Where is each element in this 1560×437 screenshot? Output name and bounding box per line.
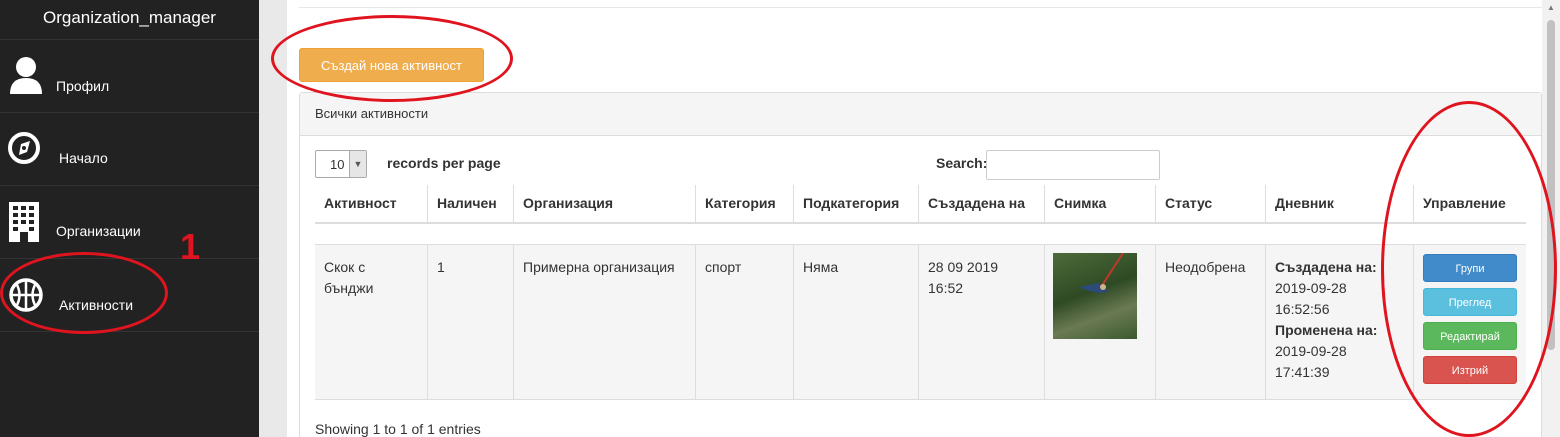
view-button[interactable]: Преглед — [1423, 288, 1517, 316]
compass-icon — [8, 132, 40, 167]
panel-title: Всички активности — [300, 93, 1541, 136]
scroll-up-icon[interactable]: ▲ — [1547, 3, 1555, 12]
column-header-image[interactable]: Снимка — [1044, 185, 1155, 222]
page-length-select[interactable]: 10 ▼ — [315, 150, 367, 178]
vertical-scrollbar[interactable]: ▲ — [1542, 0, 1560, 437]
cell-subcategory: Няма — [793, 245, 918, 399]
chevron-down-icon: ▼ — [349, 151, 366, 177]
table-info: Showing 1 to 1 of 1 entries — [315, 421, 481, 437]
sidebar-item-label: Активности — [59, 297, 134, 313]
sidebar-item-activities[interactable]: Активности — [0, 259, 259, 332]
sidebar-item-label: Организации — [56, 223, 141, 239]
scrollbar-thumb[interactable] — [1547, 20, 1555, 350]
column-header-available[interactable]: Наличен — [427, 185, 513, 222]
cell-created: 28 09 2019 16:52 — [918, 245, 1044, 399]
main-content: Създай нова активност Всички активности … — [287, 0, 1542, 437]
sidebar-item-label: Начало — [59, 150, 108, 166]
user-icon — [8, 56, 44, 99]
sidebar: Organization_manager Профил Начало Орган… — [0, 0, 259, 437]
cell-category: спорт — [695, 245, 793, 399]
activity-photo — [1053, 252, 1137, 339]
edit-button[interactable]: Редактирай — [1423, 322, 1517, 350]
create-activity-button[interactable]: Създай нова активност — [299, 48, 484, 82]
sidebar-item-organizations[interactable]: Организации — [0, 186, 259, 259]
cell-actions: Групи Преглед Редактирай Изтрий — [1413, 245, 1526, 399]
log-created-value: 2019-09-28 16:52:56 — [1275, 280, 1347, 317]
annotation-marker: 1 — [180, 226, 201, 267]
column-header-status[interactable]: Статус — [1155, 185, 1265, 222]
column-header-organization[interactable]: Организация — [513, 185, 695, 222]
log-modified-value: 2019-09-28 17:41:39 — [1275, 343, 1347, 380]
table-row: Скок с бънджи 1 Примерна организация спо… — [315, 244, 1526, 400]
log-modified-label: Променена на: — [1275, 322, 1378, 338]
cell-activity: Скок с бънджи — [324, 259, 374, 296]
divider — [299, 7, 1542, 8]
sidebar-item-profile[interactable]: Профил — [0, 40, 259, 113]
content-gutter — [259, 0, 287, 437]
sidebar-item-label: Профил — [56, 78, 110, 94]
app-title[interactable]: Organization_manager — [0, 0, 259, 40]
column-header-log[interactable]: Дневник — [1265, 185, 1413, 222]
column-header-actions[interactable]: Управление — [1413, 185, 1526, 222]
header-divider — [315, 222, 1526, 224]
activities-panel: Всички активности 10 ▼ records per page … — [299, 92, 1542, 437]
page-length-value: 10 — [330, 157, 345, 172]
search-label: Search: — [936, 155, 988, 171]
column-header-subcategory[interactable]: Подкатегория — [793, 185, 918, 222]
basketball-icon — [8, 277, 44, 316]
delete-button[interactable]: Изтрий — [1423, 356, 1517, 384]
column-header-created[interactable]: Създадена на — [918, 185, 1044, 222]
cell-organization: Примерна организация — [513, 245, 695, 399]
sidebar-item-home[interactable]: Начало — [0, 113, 259, 186]
page-length-label: records per page — [387, 155, 501, 171]
cell-image — [1044, 245, 1155, 399]
cell-available: 1 — [427, 245, 513, 399]
building-icon — [8, 201, 40, 246]
cell-status: Неодобрена — [1155, 245, 1265, 399]
cell-log: Създадена на: 2019-09-28 16:52:56 Промен… — [1265, 245, 1413, 399]
log-created-label: Създадена на: — [1275, 259, 1377, 275]
column-header-category[interactable]: Категория — [695, 185, 793, 222]
column-header-activity[interactable]: Активност — [315, 185, 427, 222]
groups-button[interactable]: Групи — [1423, 254, 1517, 282]
search-input[interactable] — [986, 150, 1160, 180]
